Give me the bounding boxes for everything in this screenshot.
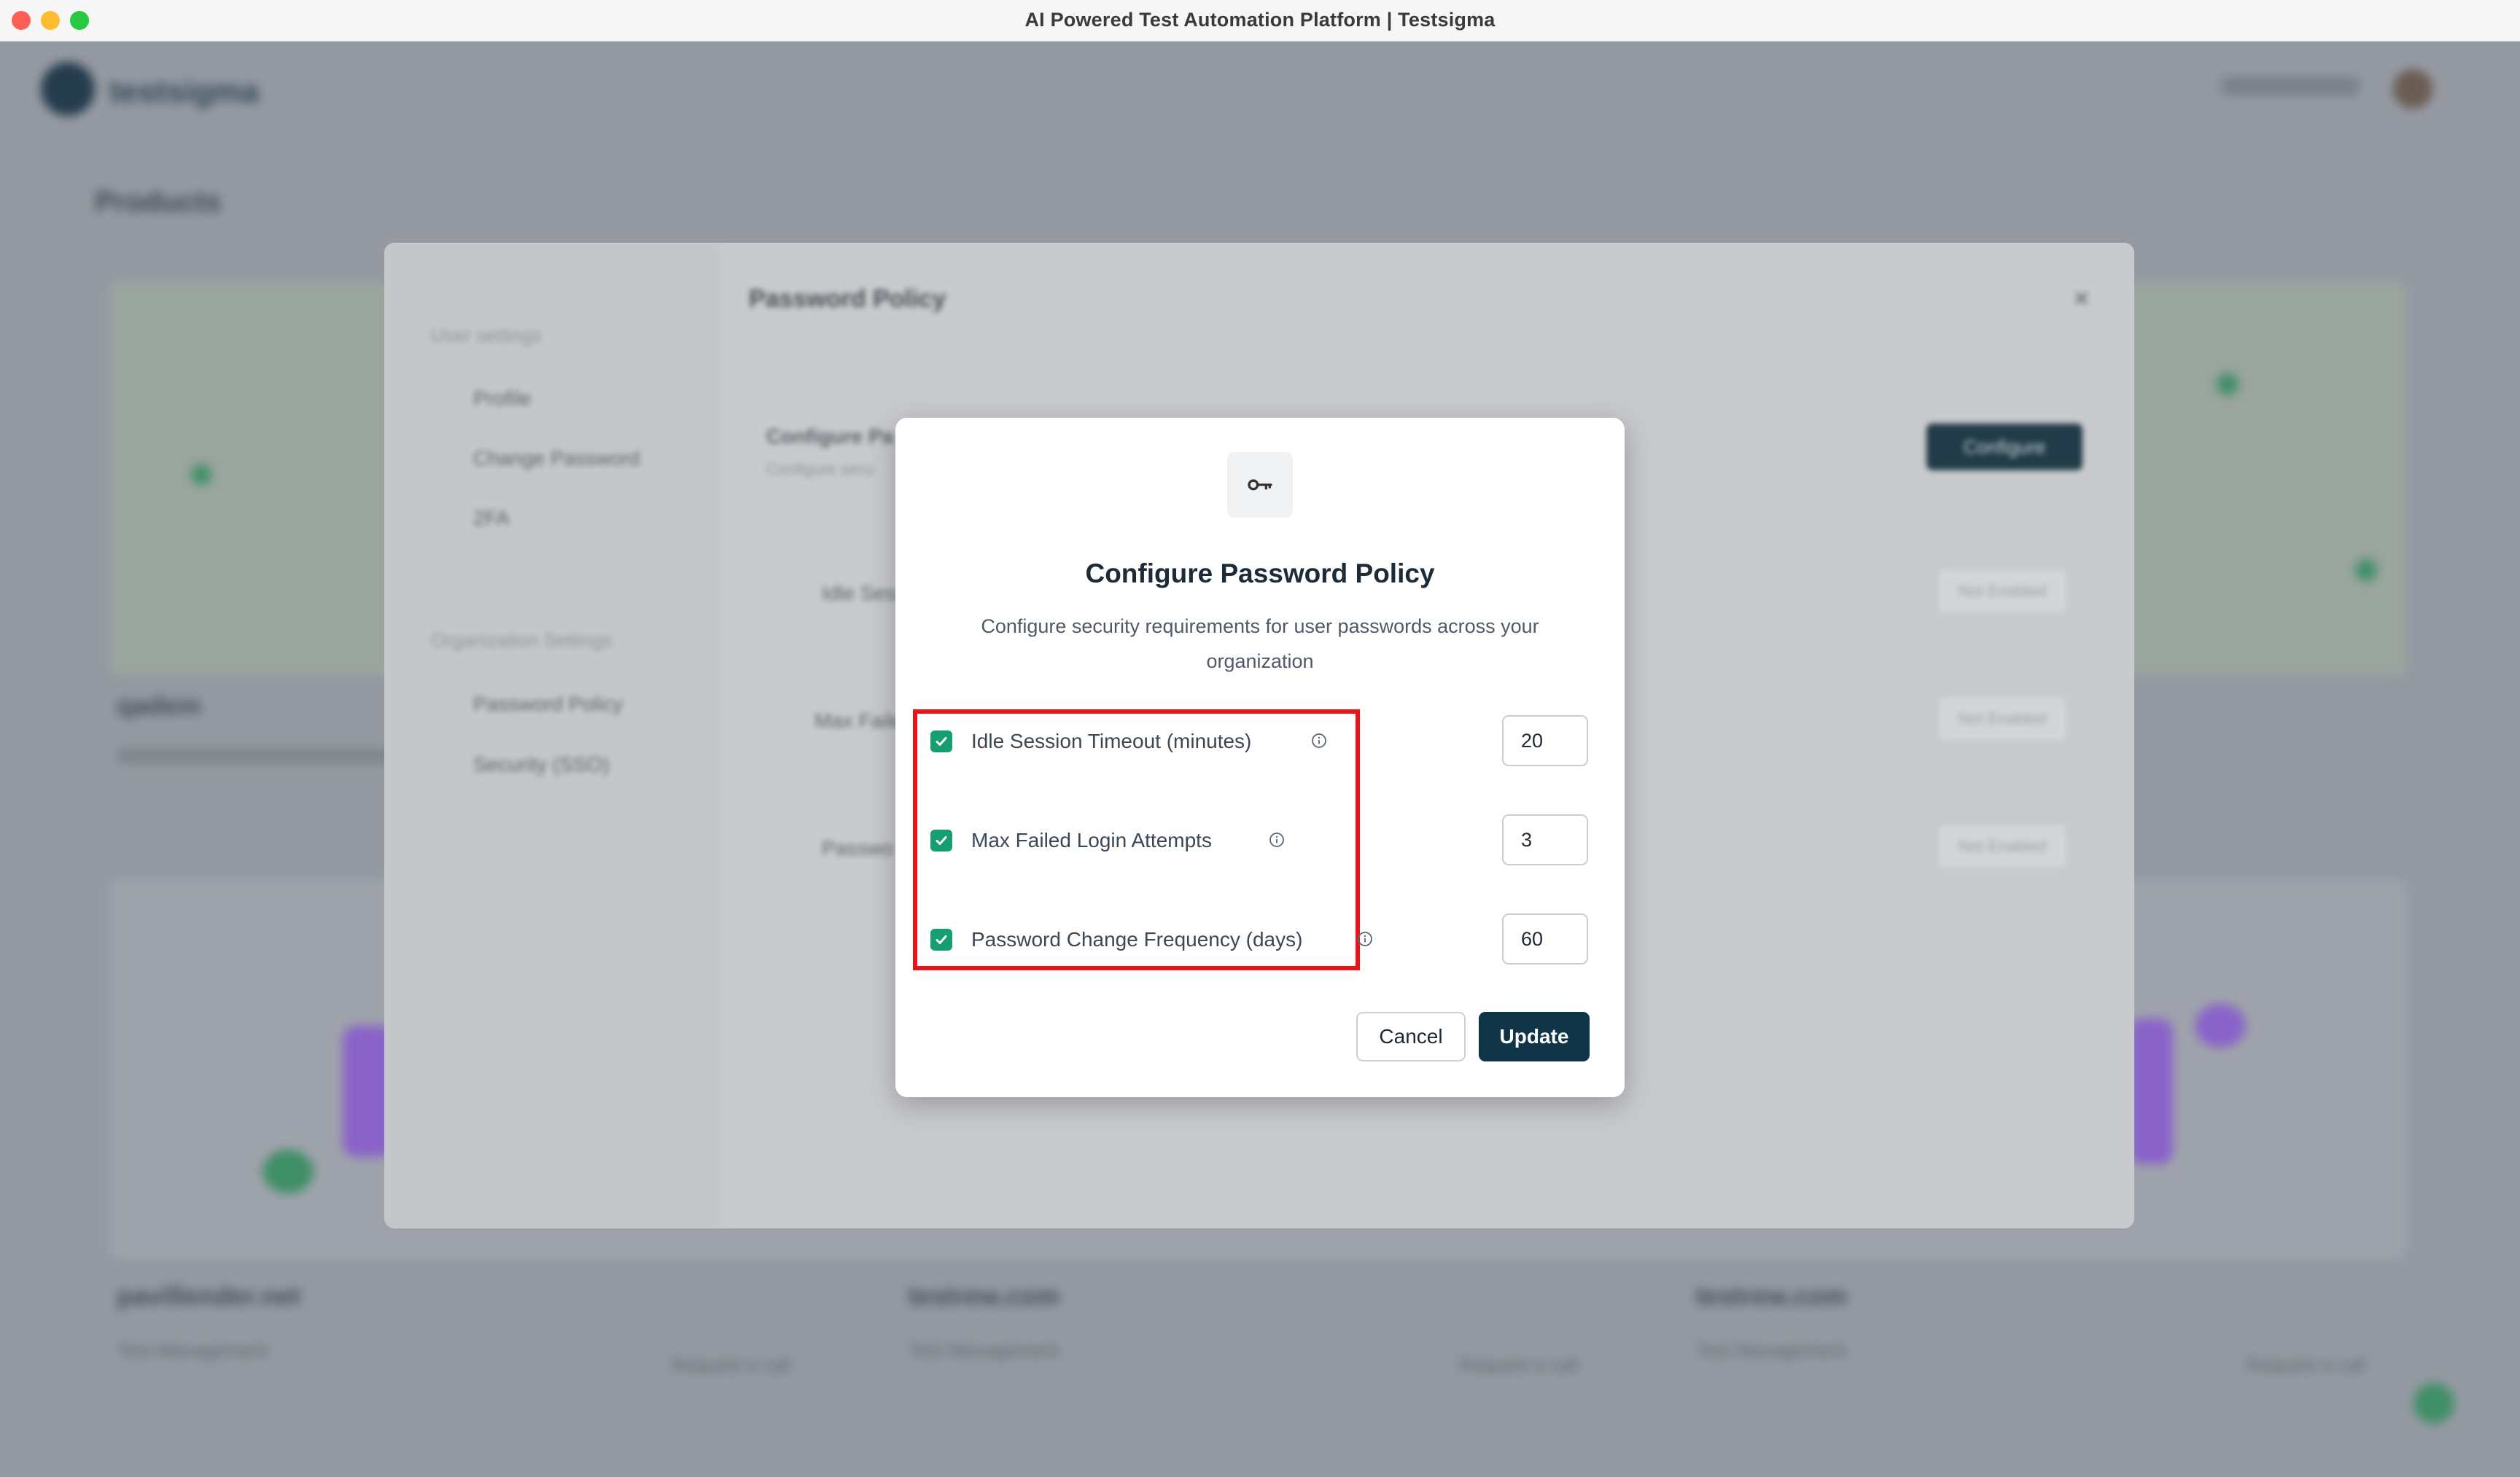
status-badge: Not Enabled (1937, 824, 2067, 869)
password-change-frequency-label: Password Change Frequency (days) (971, 928, 1303, 951)
chat-widget-icon[interactable] (2414, 1383, 2454, 1424)
decor-dot (2195, 1004, 2246, 1048)
page-title: Products (95, 186, 222, 218)
card-subtitle: Test Management (117, 1339, 268, 1361)
card-title: pavillender.net (117, 1281, 301, 1311)
settings-sidebar: User settings Profile Change Password 2F… (384, 243, 720, 1228)
window-titlebar: AI Powered Test Automation Platform | Te… (0, 0, 2520, 42)
sidebar-item-profile[interactable]: Profile (473, 387, 531, 410)
idle-session-timeout-input[interactable] (1502, 715, 1588, 766)
info-icon[interactable] (1269, 832, 1285, 848)
card-subtitle: Test Management (908, 1339, 1059, 1361)
decor-shape (2129, 1018, 2173, 1164)
decor-dot (262, 1150, 314, 1193)
card-title: testrew.com (1695, 1281, 1848, 1311)
check-icon (936, 935, 947, 944)
decor-dot (2217, 373, 2239, 395)
card-subtitle: Test Management (1695, 1339, 1846, 1361)
decor-dot (2355, 559, 2377, 581)
close-icon[interactable]: ✕ (2072, 287, 2091, 312)
modal-title: Configure Password Policy (1085, 558, 1435, 588)
org-settings-heading: Organization Settings (431, 629, 612, 651)
sidebar-item-2fa[interactable]: 2FA (473, 507, 510, 530)
idle-session-timeout-checkbox[interactable] (930, 730, 952, 752)
card-text (117, 749, 408, 763)
configure-button[interactable]: Configure (1926, 424, 2082, 470)
request-call-button[interactable]: Request a call (1458, 1354, 1579, 1376)
idle-session-timeout-row: Idle Session Timeout (minutes) (930, 715, 1590, 766)
password-change-frequency-row: Password Change Frequency (days) (930, 913, 1590, 964)
status-badge: Not Enabled (1937, 569, 2067, 614)
password-change-frequency-input[interactable] (1502, 913, 1588, 964)
policy-row-label: Idle Sess (822, 582, 906, 604)
sidebar-item-change-password[interactable]: Change Password (473, 447, 640, 470)
check-icon (936, 836, 947, 845)
card-title: qadem (117, 690, 202, 720)
check-icon (936, 737, 947, 746)
policy-row-label: Max Faile (814, 709, 903, 732)
avatar[interactable] (2393, 69, 2432, 109)
max-failed-login-input[interactable] (1502, 814, 1588, 865)
cancel-button[interactable]: Cancel (1356, 1012, 1466, 1061)
brand-name: testsigma (109, 74, 260, 109)
configure-password-policy-modal: Configure Password Policy Configure secu… (895, 418, 1625, 1097)
section-title: Configure Pa (766, 425, 894, 448)
info-icon[interactable] (1311, 733, 1327, 749)
card-title: testrew.com (908, 1281, 1060, 1311)
update-button[interactable]: Update (1479, 1012, 1590, 1061)
max-failed-login-checkbox[interactable] (930, 830, 952, 851)
idle-session-timeout-label: Idle Session Timeout (minutes) (971, 730, 1252, 752)
info-icon[interactable] (1357, 931, 1373, 947)
policy-row-label: Passwo (822, 837, 894, 860)
panel-title: Password Policy (749, 285, 946, 313)
decor-dot (191, 464, 211, 485)
user-settings-heading: User settings (431, 324, 542, 346)
section-subtitle: Configure secu (766, 460, 874, 478)
window-title: AI Powered Test Automation Platform | Te… (1024, 9, 1496, 31)
key-icon (1248, 479, 1272, 491)
modal-subtitle: Configure security requirements for user… (981, 615, 1539, 672)
max-failed-login-row: Max Failed Login Attempts (930, 814, 1590, 865)
password-change-frequency-checkbox[interactable] (930, 929, 952, 951)
max-failed-login-label: Max Failed Login Attempts (971, 829, 1212, 851)
status-badge: Not Enabled (1937, 696, 2067, 741)
key-icon-container (1227, 452, 1293, 518)
request-call-button[interactable]: Request a call (2246, 1354, 2366, 1376)
brand-logo-icon (41, 62, 95, 116)
sidebar-item-password-policy[interactable]: Password Policy (473, 693, 623, 716)
user-name-placeholder (2221, 77, 2360, 96)
sidebar-item-security-sso[interactable]: Security (SSO) (473, 753, 610, 776)
request-call-button[interactable]: Request a call (671, 1354, 791, 1376)
